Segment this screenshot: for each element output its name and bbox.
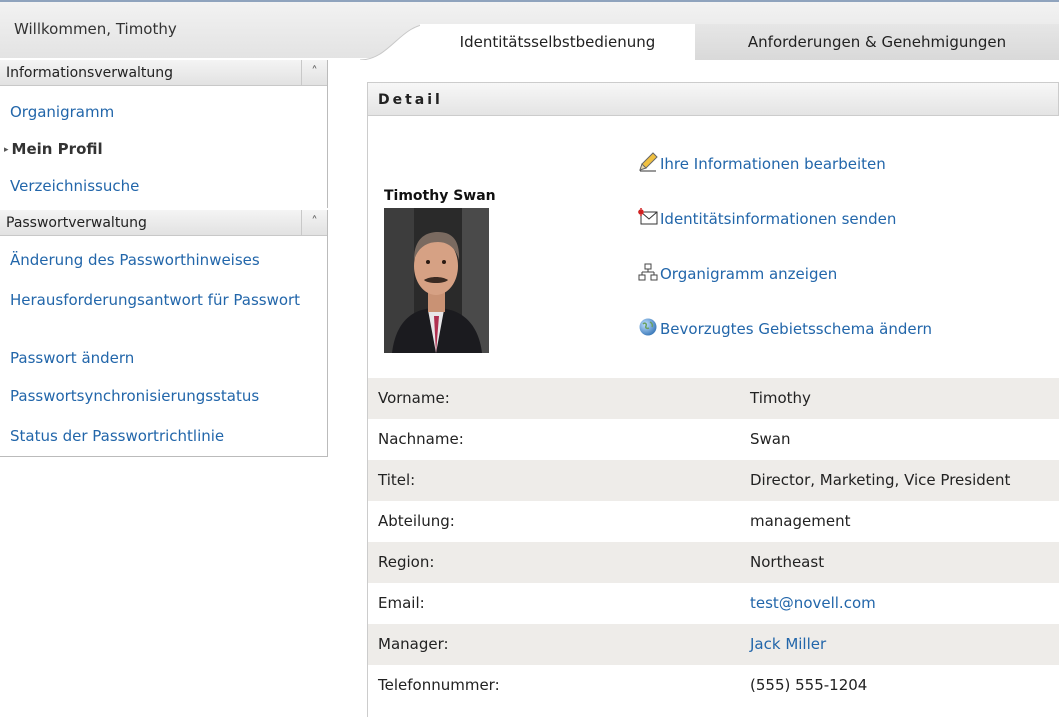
collapse-icon[interactable]: ˄ [301,60,327,86]
field-value: Timothy [750,389,811,407]
field-row: Email: test@novell.com [368,583,1059,624]
sidebar-group-title: Informationsverwaltung [6,65,174,81]
sidebar-item-directory-search[interactable]: Verzeichnissuche [0,176,149,196]
collapse-icon[interactable]: ˄ [301,210,327,236]
field-label: Nachname: [378,430,464,448]
sidebar-group-header[interactable]: Informationsverwaltung ˄ [0,60,327,86]
sidebar-item-my-profile[interactable]: ▸ Mein Profil [0,139,113,160]
field-label: Vorname: [378,389,450,407]
field-row: Vorname: Timothy [368,378,1059,419]
field-row: Titel: Director, Marketing, Vice Preside… [368,460,1059,501]
sidebar-item-org-chart[interactable]: Organigramm [0,102,124,122]
field-value: Swan [750,430,791,448]
welcome-text: Willkommen, Timothy [14,20,177,38]
field-row: Region: Northeast [368,542,1059,583]
field-value: (555) 555-1204 [750,676,868,694]
show-org-chart-link[interactable]: Organigramm anzeigen [638,262,837,283]
sidebar-item-label: Mein Profil [11,140,103,158]
globe-icon [639,318,657,336]
field-value: management [750,512,851,530]
sidebar-item-change-password[interactable]: Passwort ändern [0,348,144,368]
action-label: Identitätsinformationen senden [660,210,897,228]
send-identity-link[interactable]: Identitätsinformationen senden [638,207,896,228]
sidebar-group-title: Passwortverwaltung [6,215,147,231]
detail-panel: Detail Timothy Swan Ihre Informationen b… [367,82,1059,717]
tab-identity-self-service[interactable]: Identitätsselbstbedienung [420,24,695,60]
field-row: Telefonnummer: (555) 555-1204 [368,665,1059,706]
sidebar-item-password-policy-status[interactable]: Status der Passwortrichtlinie [0,426,234,446]
field-value: Northeast [750,553,825,571]
sidebar-item-password-hint[interactable]: Änderung des Passworthinweises [0,250,270,270]
field-label: Telefonnummer: [378,676,500,694]
action-label: Bevorzugtes Gebietsschema ändern [660,320,933,338]
edit-info-link[interactable]: Ihre Informationen bearbeiten [638,152,886,173]
detail-header: Detail [368,82,1059,116]
sidebar-group-header[interactable]: Passwortverwaltung ˄ [0,210,327,236]
current-item-bullet-icon: ▸ [4,145,9,155]
org-chart-icon [638,263,658,281]
action-label: Ihre Informationen bearbeiten [660,155,886,173]
sidebar-item-password-sync-status[interactable]: Passwortsynchronisierungsstatus [0,386,269,406]
field-row: Manager: Jack Miller [368,624,1059,665]
sidebar-item-challenge-response[interactable]: Herausforderungsantwort für Passwort [0,290,320,310]
field-label: Titel: [378,471,416,489]
change-locale-link[interactable]: Bevorzugtes Gebietsschema ändern [638,317,932,338]
sidebar-group-password: Passwortverwaltung ˄ Änderung des Passwo… [0,210,328,457]
profile-fields: Vorname: Timothy Nachname: Swan Titel: D… [368,378,1059,706]
field-value: Director, Marketing, Vice President [750,471,1011,489]
profile-photo [384,208,489,353]
field-label: Region: [378,553,435,571]
manager-link[interactable]: Jack Miller [750,624,826,665]
email-link[interactable]: test@novell.com [750,583,876,624]
top-bar: Willkommen, Timothy Identitätsselbstbedi… [0,0,1059,60]
field-row: Nachname: Swan [368,419,1059,460]
field-label: Manager: [378,635,449,653]
envelope-icon [638,208,658,225]
action-label: Organigramm anzeigen [660,265,838,283]
sidebar-group-information: Informationsverwaltung ˄ Organigramm ▸ Me… [0,60,328,208]
field-label: Abteilung: [378,512,455,530]
pencil-icon [639,152,658,172]
person-name: Timothy Swan [384,188,496,204]
field-label: Email: [378,594,425,612]
tab-requests-approvals[interactable]: Anforderungen & Genehmigungen [695,24,1059,60]
field-row: Abteilung: management [368,501,1059,542]
